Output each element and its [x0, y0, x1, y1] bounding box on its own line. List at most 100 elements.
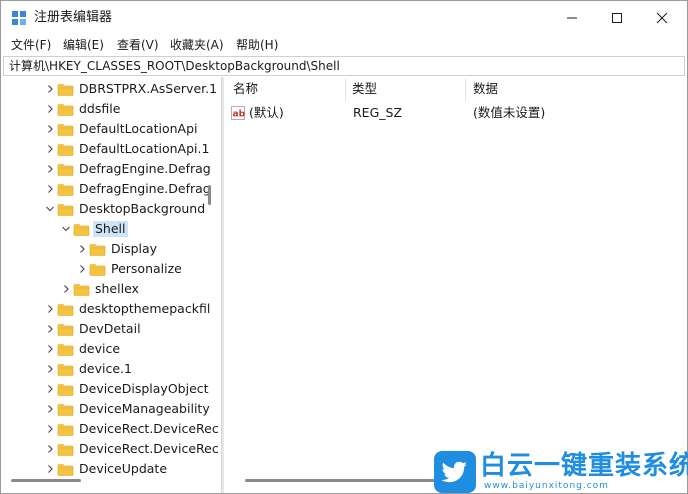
- chevron-right-icon[interactable]: [45, 163, 55, 175]
- chevron-right-icon[interactable]: [45, 323, 55, 335]
- tree-item-label: DefragEngine.Defrag: [79, 161, 211, 176]
- tree-item[interactable]: DeviceRect.DeviceRec: [3, 439, 219, 459]
- pane-splitter[interactable]: [221, 77, 224, 493]
- values-pane[interactable]: 名称 类型 数据 ab (默认) REG_SZ (数值未设置): [225, 77, 685, 493]
- tree-item[interactable]: Personalize: [3, 259, 203, 279]
- tree-item[interactable]: DeviceRect.DeviceRec: [3, 419, 219, 439]
- regedit-app-icon: [12, 11, 26, 25]
- tree-item-label: DefragEngine.Defrag: [79, 181, 211, 196]
- tree-item[interactable]: DeviceUpdate: [3, 459, 203, 479]
- value-row[interactable]: ab (默认) REG_SZ (数值未设置): [225, 103, 685, 123]
- tree-item[interactable]: device: [3, 339, 203, 359]
- tree-item[interactable]: DesktopBackground: [3, 199, 205, 219]
- chevron-right-icon[interactable]: [45, 303, 55, 315]
- tree-item[interactable]: DeviceManageability: [3, 399, 210, 419]
- svg-text:ab: ab: [233, 110, 246, 120]
- window-title: 注册表编辑器: [34, 10, 113, 25]
- chevron-right-icon[interactable]: [45, 183, 55, 195]
- folder-icon: [57, 364, 74, 376]
- chevron-right-icon[interactable]: [45, 123, 55, 135]
- folder-icon: [89, 244, 106, 256]
- menu-view[interactable]: 查看(V): [117, 37, 159, 53]
- chevron-right-icon[interactable]: [77, 243, 87, 255]
- chevron-right-icon[interactable]: [45, 383, 55, 395]
- tree-item-label: DefaultLocationApi: [79, 121, 198, 136]
- tree-item-label: Display: [111, 241, 158, 256]
- ab-string-icon: ab: [231, 106, 245, 120]
- tree-item-label: device: [79, 341, 121, 356]
- chevron-right-icon[interactable]: [45, 403, 55, 415]
- close-icon: [656, 12, 668, 24]
- menu-edit[interactable]: 编辑(E): [63, 37, 104, 53]
- tree-scroll-thumb[interactable]: [208, 185, 211, 205]
- tree-item-label: Personalize: [111, 261, 182, 276]
- folder-icon: [73, 284, 90, 296]
- folder-icon: [57, 464, 74, 476]
- column-header-name[interactable]: 名称: [233, 77, 258, 101]
- folder-icon: [57, 104, 74, 116]
- tree-item-label: DeviceRect.DeviceRec: [79, 441, 219, 456]
- watermark: 白云一键重装系统 www.baiyunxitong.com: [434, 451, 688, 493]
- tree-vertical-scrollbar[interactable]: [207, 77, 213, 477]
- folder-icon: [89, 264, 106, 276]
- column-header-data[interactable]: 数据: [473, 77, 498, 101]
- watermark-url: www.baiyunxitong.com: [484, 481, 609, 491]
- folder-icon: [57, 124, 74, 136]
- tree-pane[interactable]: DBRSTPRX.AsServer.1 ddsfile DefaultLocatio…: [3, 77, 219, 493]
- chevron-right-icon[interactable]: [45, 343, 55, 355]
- chevron-right-icon[interactable]: [45, 423, 55, 435]
- chevron-right-icon[interactable]: [45, 463, 55, 475]
- tree-item[interactable]: DefragEngine.Defrag: [3, 159, 211, 179]
- chevron-down-icon[interactable]: [61, 223, 71, 235]
- tree-item[interactable]: Shell: [3, 219, 203, 239]
- tree-item[interactable]: desktopthemepackfil: [3, 299, 210, 319]
- value-name: (默认): [249, 105, 284, 120]
- regedit-window: 注册表编辑器 文件(F) 编辑(E) 查看(V) 收藏夹(A) 帮助(H) 计算…: [0, 0, 688, 494]
- tree-item[interactable]: DBRSTPRX.AsServer.1: [3, 79, 217, 99]
- tree-item[interactable]: Display: [3, 239, 203, 259]
- address-path[interactable]: 计算机\HKEY_CLASSES_ROOT\DesktopBackground\…: [9, 59, 340, 74]
- tree-item[interactable]: DefaultLocationApi: [3, 119, 203, 139]
- folder-icon: [57, 184, 74, 196]
- tree-item[interactable]: DevDetail: [3, 319, 203, 339]
- tree-item-label: DBRSTPRX.AsServer.1: [79, 81, 218, 96]
- tree-item-label: DeviceManageability: [79, 401, 210, 416]
- chevron-right-icon[interactable]: [45, 363, 55, 375]
- chevron-right-icon[interactable]: [45, 443, 55, 455]
- tree-horizontal-scrollbar[interactable]: [11, 479, 81, 482]
- folder-icon: [73, 224, 90, 236]
- column-divider[interactable]: [465, 79, 466, 101]
- folder-icon: [57, 144, 74, 156]
- chevron-right-icon[interactable]: [77, 263, 87, 275]
- tree-item[interactable]: ddsfile: [3, 99, 203, 119]
- chevron-right-icon[interactable]: [45, 83, 55, 95]
- value-data: (数值未设置): [473, 105, 546, 120]
- minimize-button[interactable]: [549, 1, 595, 35]
- title-bar[interactable]: 注册表编辑器: [1, 1, 687, 35]
- column-header-type[interactable]: 类型: [352, 77, 377, 101]
- chevron-right-icon[interactable]: [61, 283, 71, 295]
- folder-icon: [57, 344, 74, 356]
- tree-item[interactable]: DeviceDisplayObject: [3, 379, 209, 399]
- maximize-button[interactable]: [594, 1, 640, 35]
- tree-item[interactable]: device.1: [3, 359, 203, 379]
- chevron-right-icon[interactable]: [45, 143, 55, 155]
- chevron-right-icon[interactable]: [45, 103, 55, 115]
- chevron-down-icon[interactable]: [45, 203, 55, 215]
- minimize-icon: [567, 17, 577, 19]
- menu-bar: 文件(F) 编辑(E) 查看(V) 收藏夹(A) 帮助(H): [1, 35, 687, 55]
- value-type: REG_SZ: [353, 105, 403, 120]
- close-button[interactable]: [639, 1, 685, 35]
- tree-item-label: DeviceUpdate: [79, 461, 168, 476]
- address-bar[interactable]: 计算机\HKEY_CLASSES_ROOT\DesktopBackground\…: [3, 56, 685, 76]
- menu-favorites[interactable]: 收藏夹(A): [170, 37, 224, 53]
- tree-item[interactable]: shellex: [3, 279, 203, 299]
- watermark-text: 白云一键重装系统: [480, 451, 688, 481]
- tree-item[interactable]: DefaultLocationApi.1: [3, 139, 209, 159]
- tree-item-label: DefaultLocationApi.1: [79, 141, 210, 156]
- tree-item-label: device.1: [79, 361, 132, 376]
- column-divider[interactable]: [345, 79, 346, 101]
- tree-item[interactable]: DefragEngine.Defrag: [3, 179, 211, 199]
- menu-help[interactable]: 帮助(H): [236, 37, 278, 53]
- menu-file[interactable]: 文件(F): [11, 37, 51, 53]
